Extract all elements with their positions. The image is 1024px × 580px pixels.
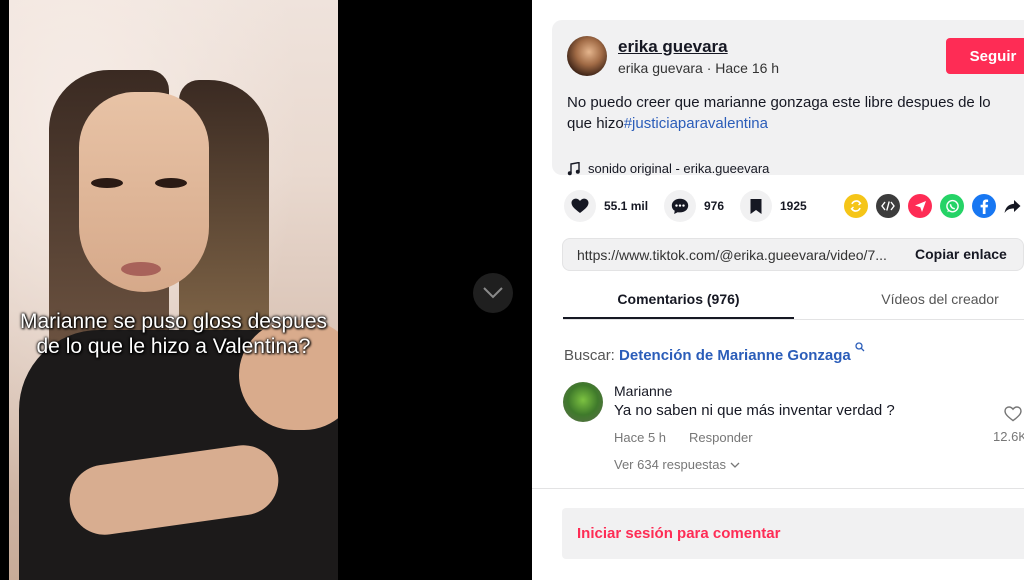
author-name-link[interactable]: erika guevara	[618, 37, 728, 57]
search-icon	[855, 342, 865, 352]
post-description: No puedo creer que marianne gonzaga este…	[567, 92, 1017, 134]
video-player[interactable]: Marianne se puso gloss despues de lo que…	[9, 0, 338, 580]
bookmark-icon	[750, 198, 762, 214]
action-bar: 55.1 mil 976 1925	[564, 190, 1024, 224]
heart-outline-icon	[1004, 406, 1022, 422]
save-action[interactable]: 1925	[740, 190, 807, 222]
copy-link-box: https://www.tiktok.com/@erika.gueevara/v…	[562, 238, 1024, 271]
whatsapp-share-button[interactable]	[940, 194, 964, 218]
embed-button[interactable]	[876, 194, 900, 218]
hashtag-link[interactable]: #justiciaparavalentina	[624, 115, 768, 132]
like-action[interactable]: 55.1 mil	[564, 190, 648, 222]
author-avatar[interactable]	[567, 36, 607, 76]
reply-button[interactable]: Responder	[689, 430, 753, 445]
comment-action[interactable]: 976	[664, 190, 724, 222]
comment-item: Marianne Ya no saben ni que más inventar…	[563, 380, 1024, 488]
music-note-icon	[567, 161, 580, 175]
commenter-avatar[interactable]	[563, 382, 603, 422]
view-replies-button[interactable]: Ver 634 respuestas	[614, 457, 740, 472]
save-button[interactable]	[740, 190, 772, 222]
search-suggestion: Buscar: Detención de Marianne Gonzaga	[564, 342, 865, 364]
facebook-share-button[interactable]	[972, 194, 996, 218]
comment-tabs: Comentarios (976) Vídeos del creador	[563, 280, 1024, 320]
video-link-url[interactable]: https://www.tiktok.com/@erika.gueevara/v…	[577, 247, 897, 263]
login-to-comment-bar[interactable]: Iniciar sesión para comentar	[562, 508, 1024, 559]
chevron-down-icon	[483, 287, 503, 299]
repost-button[interactable]	[844, 194, 868, 218]
commenter-name[interactable]: Marianne	[614, 383, 672, 399]
copy-link-button[interactable]: Copiar enlace	[915, 246, 1007, 262]
tab-comments[interactable]: Comentarios (976)	[563, 291, 794, 307]
follow-button[interactable]: Seguir	[946, 38, 1024, 74]
comment-like-count: 12.6K	[993, 429, 1024, 444]
video-figure-eye-right	[155, 178, 187, 188]
facebook-icon	[980, 199, 989, 214]
repost-icon	[850, 200, 862, 212]
send-to-friends-button[interactable]	[908, 194, 932, 218]
sound-label: sonido original - erika.gueevara	[588, 161, 770, 176]
login-to-comment-link[interactable]: Iniciar sesión para comentar	[577, 525, 780, 542]
divider	[532, 488, 1024, 489]
side-panel: erika guevara erika guevara · Hace 16 h …	[532, 0, 1024, 580]
comment-time: Hace 5 h	[614, 430, 667, 445]
more-share-button[interactable]	[1000, 194, 1024, 218]
save-count: 1925	[780, 199, 807, 213]
share-arrow-icon	[1004, 199, 1020, 213]
tab-creator-videos[interactable]: Vídeos del creador	[825, 291, 1024, 307]
comment-button[interactable]	[664, 190, 696, 222]
author-meta: erika guevara · Hace 16 h	[618, 60, 780, 76]
sound-link[interactable]: sonido original - erika.gueevara	[567, 161, 769, 176]
post-info-card: erika guevara erika guevara · Hace 16 h …	[552, 20, 1024, 176]
comment-count: 976	[704, 199, 725, 213]
tiktok-video-page: Marianne se puso gloss despues de lo que…	[0, 0, 1024, 580]
heart-icon	[571, 198, 589, 213]
search-prefix: Buscar:	[564, 347, 615, 364]
active-tab-indicator	[563, 317, 794, 319]
comment-like-button[interactable]	[1004, 406, 1022, 427]
video-figure-lips	[121, 262, 161, 276]
next-video-button[interactable]	[473, 273, 513, 313]
comment-text: Ya no saben ni que más inventar verdad ?	[614, 402, 895, 419]
view-replies-label: Ver 634 respuestas	[614, 457, 727, 472]
comment-bubble-icon	[671, 198, 689, 214]
search-suggestion-link[interactable]: Detención de Marianne Gonzaga	[619, 347, 851, 364]
like-count: 55.1 mil	[604, 199, 649, 213]
video-figure-eye-left	[91, 178, 123, 188]
embed-code-icon	[881, 201, 895, 211]
chevron-down-icon	[730, 462, 740, 468]
like-button[interactable]	[564, 190, 596, 222]
video-caption: Marianne se puso gloss despues de lo que…	[19, 310, 328, 358]
whatsapp-icon	[945, 199, 959, 212]
paper-plane-icon	[914, 200, 926, 212]
